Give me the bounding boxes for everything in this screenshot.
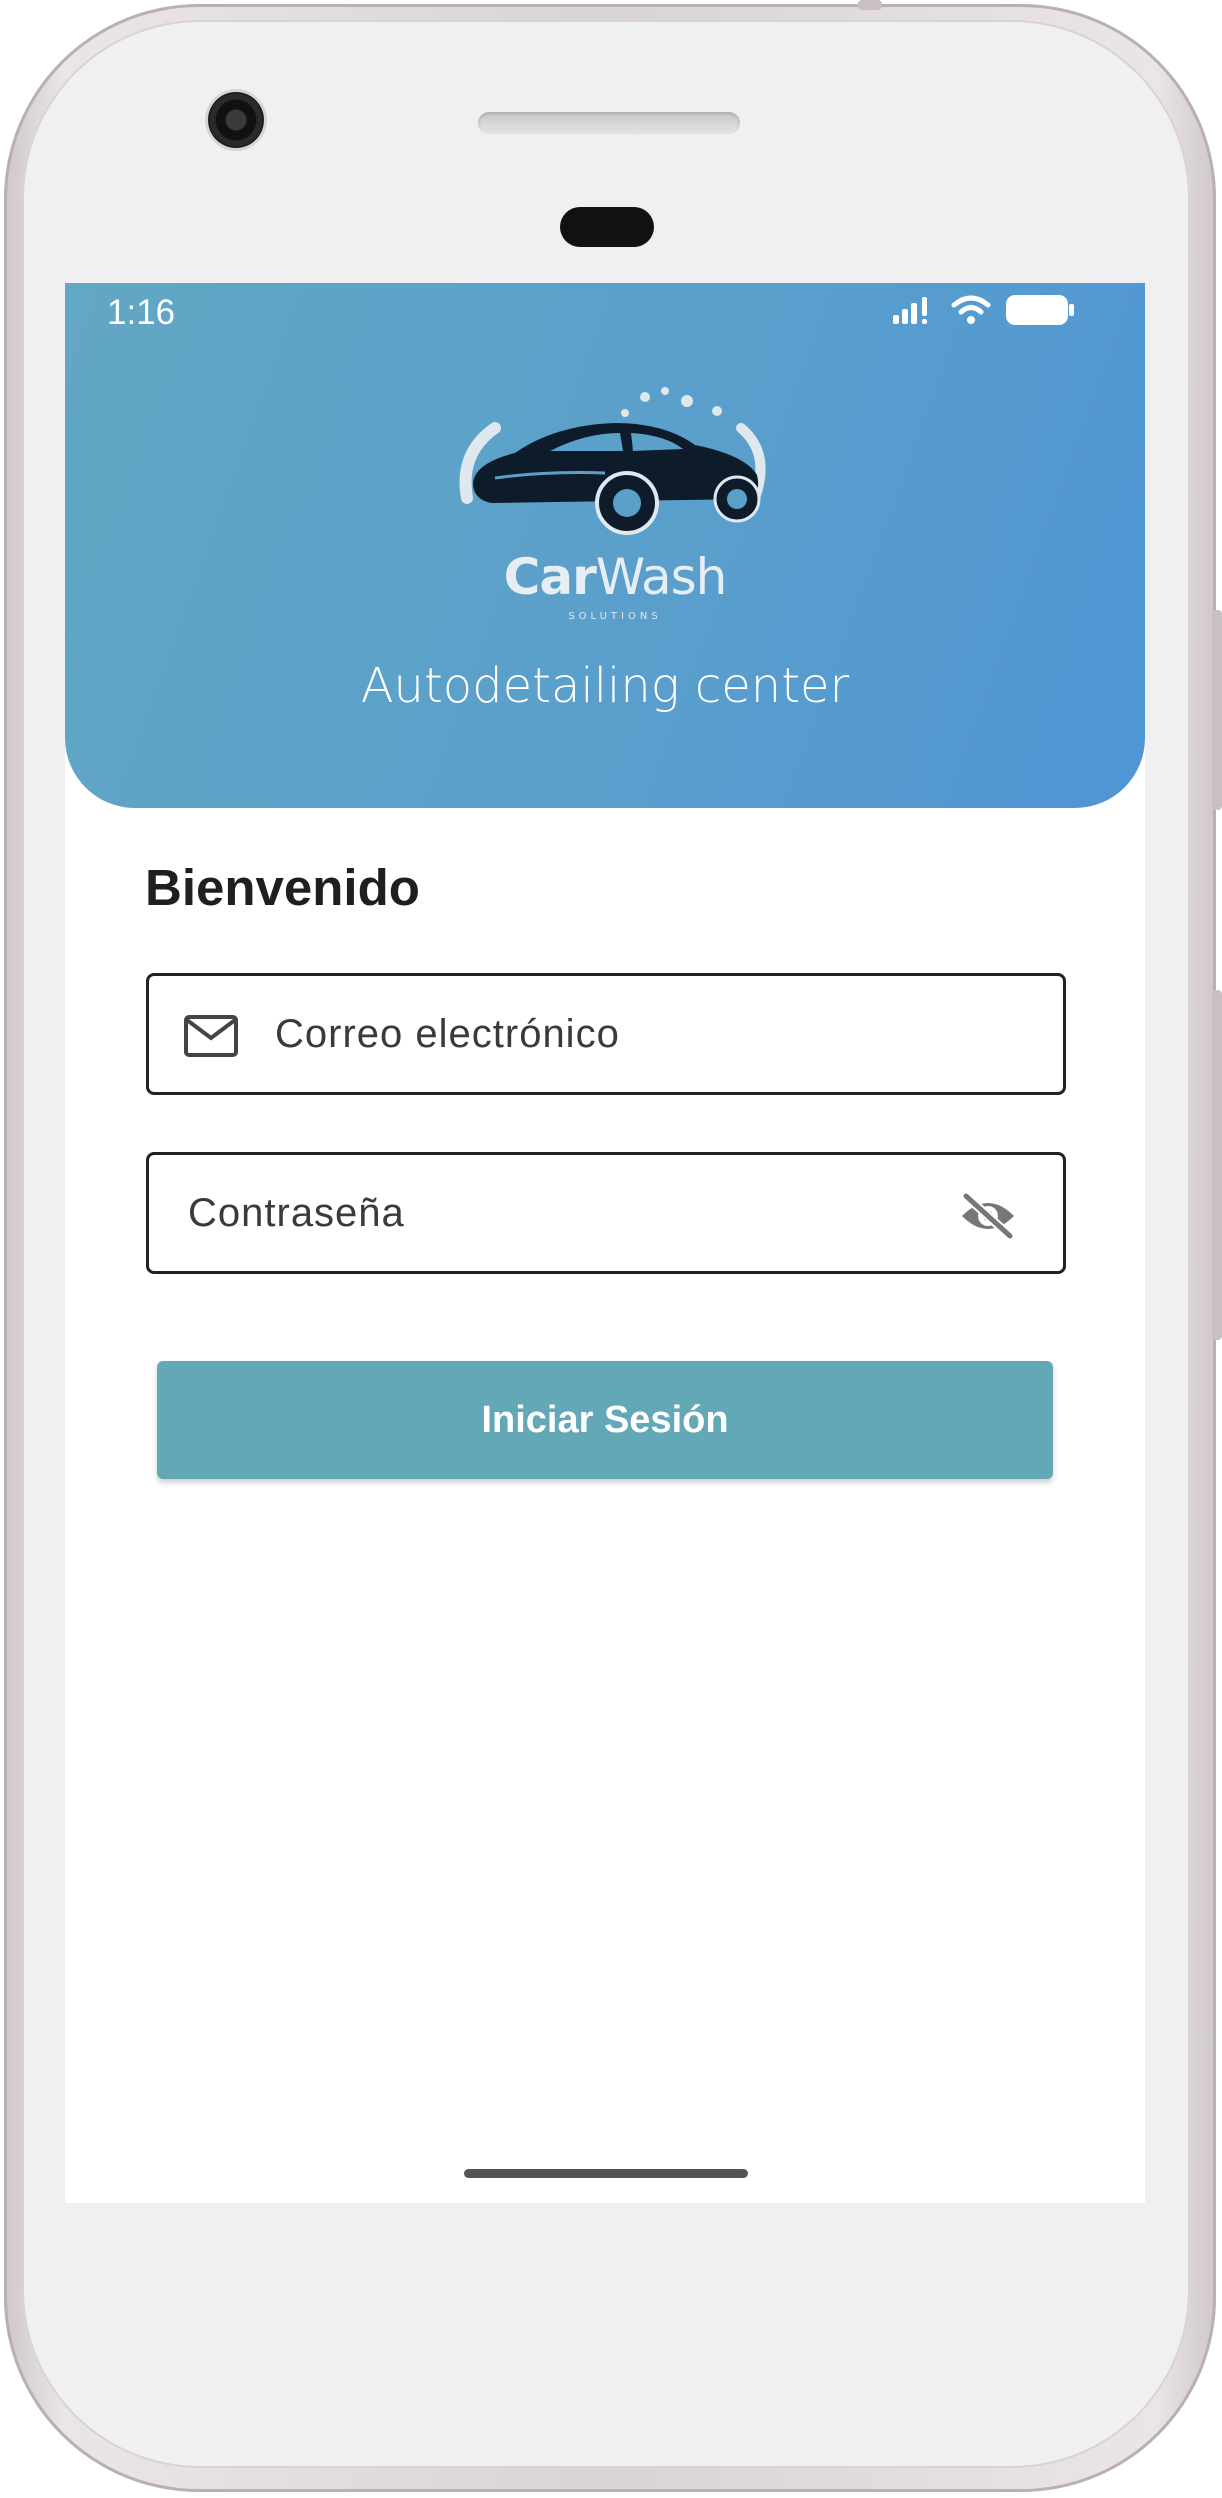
car-icon: [459, 387, 766, 535]
logo-wash-text: Wash: [595, 548, 728, 606]
tagline: Autodetailing center: [360, 658, 850, 714]
carwash-logo: CarWash SOLUTIONS: [455, 383, 775, 623]
home-indicator[interactable]: [464, 2169, 748, 2178]
welcome-title: Bienvenido: [145, 859, 420, 916]
email-placeholder: Correo electrónico: [275, 1012, 620, 1056]
logo-subtext: SOLUTIONS: [568, 611, 662, 622]
battery-icon: [1006, 295, 1074, 325]
proximity-sensor: [560, 207, 654, 247]
status-time: 1:16: [107, 293, 176, 332]
password-field[interactable]: Contraseña: [146, 1152, 1066, 1274]
password-placeholder: Contraseña: [188, 1191, 405, 1235]
power-button: [858, 0, 882, 10]
email-field[interactable]: Correo electrónico: [146, 973, 1066, 1095]
header-banner: 1:16 CarWash SOLUTIONS Autodetailing cen…: [65, 283, 1145, 808]
eye-off-icon[interactable]: [958, 1192, 1018, 1240]
app-screen: 1:16 CarWash SOLUTIONS Autodetailing cen…: [65, 283, 1145, 2203]
logo-car-text: Car: [503, 548, 597, 606]
signal-icon: [893, 297, 927, 324]
earpiece-speaker: [478, 112, 740, 134]
volume-button: [1212, 610, 1222, 810]
logo-wordmark: CarWash: [455, 548, 775, 606]
login-button[interactable]: Iniciar Sesión: [157, 1361, 1053, 1479]
wifi-icon: [951, 295, 991, 324]
status-icons: [891, 293, 1075, 327]
status-bar: 1:16: [65, 283, 1145, 347]
mail-icon: [184, 1015, 238, 1057]
front-camera: [208, 92, 264, 148]
side-button: [1212, 990, 1222, 1340]
